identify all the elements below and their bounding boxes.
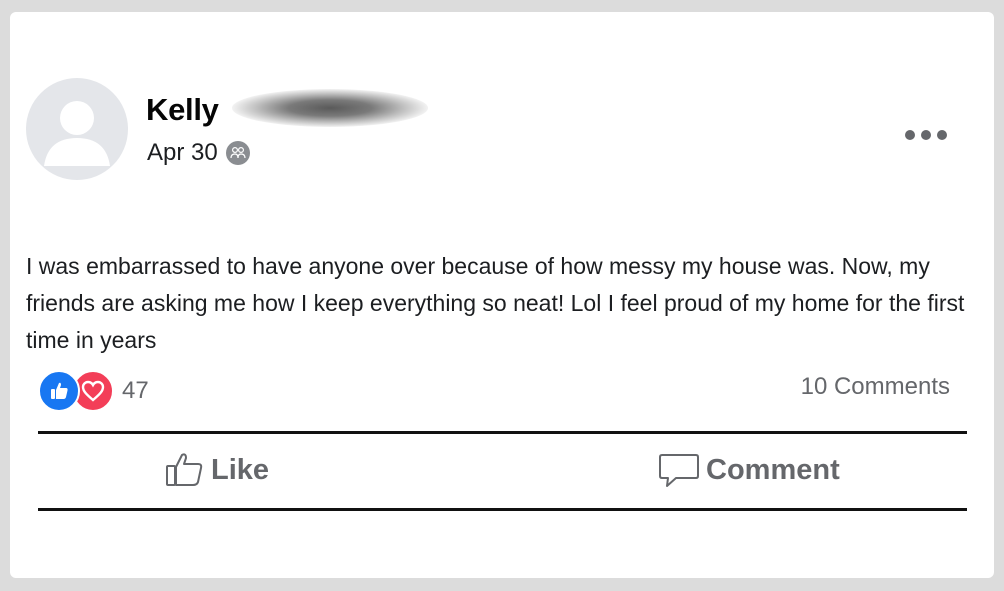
- more-dot-icon: [905, 130, 915, 140]
- comment-bubble-icon: [659, 454, 699, 487]
- reaction-summary[interactable]: 47: [38, 370, 149, 412]
- thumbs-up-icon: [166, 453, 203, 486]
- like-label: Like: [211, 453, 270, 486]
- reaction-count: 47: [122, 377, 149, 404]
- friends-icon[interactable]: [225, 141, 250, 165]
- comments-count-link[interactable]: 10 Comments: [801, 372, 950, 402]
- author-name[interactable]: Kelly: [146, 92, 219, 128]
- post-card: Kelly Apr 30 I was embarrassed to have a…: [10, 12, 994, 578]
- comment-label: Comment: [706, 453, 840, 486]
- comment-button[interactable]: Comment: [658, 450, 840, 490]
- more-dot-icon: [921, 130, 931, 140]
- default-avatar-icon: [44, 101, 110, 166]
- post-body: I was embarrassed to have anyone over be…: [26, 253, 965, 353]
- action-bar-top-divider: [38, 431, 967, 434]
- like-button[interactable]: Like: [165, 450, 269, 490]
- redacted-surname: [232, 89, 428, 127]
- more-options-button[interactable]: [896, 118, 956, 152]
- post-meta: Apr 30: [147, 138, 250, 168]
- like-reaction-icon: [38, 370, 80, 412]
- avatar[interactable]: [26, 78, 128, 180]
- post-date[interactable]: Apr 30: [147, 138, 218, 168]
- more-dot-icon: [937, 130, 947, 140]
- action-bar-bottom-divider: [38, 508, 967, 511]
